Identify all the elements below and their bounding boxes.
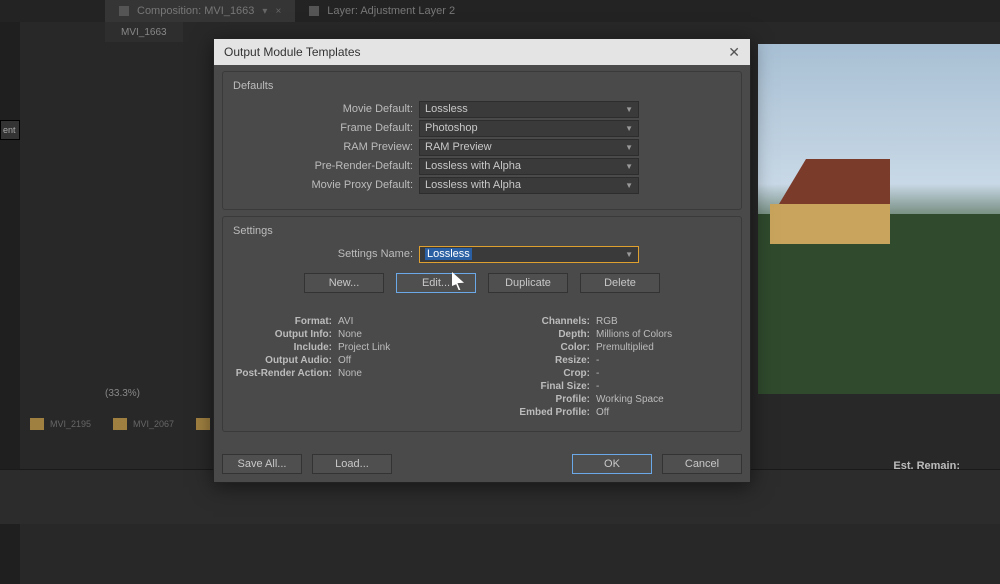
default-row-select[interactable]: Photoshop▼ [419, 120, 639, 137]
sub-tab[interactable]: MVI_1663 [105, 22, 183, 42]
output-module-templates-dialog: Output Module Templates ✕ Defaults Movie… [213, 38, 751, 483]
close-icon[interactable]: ✕ [728, 44, 740, 61]
default-row-label: RAM Preview: [233, 141, 419, 153]
close-icon[interactable]: × [275, 6, 281, 17]
caret-down-icon: ▼ [625, 250, 633, 259]
document-tab-bar: Composition: MVI_1663 ▾ × Layer: Adjustm… [0, 0, 1000, 22]
default-row-label: Movie Proxy Default: [233, 179, 419, 191]
thumbnail[interactable]: MVI_2067 [113, 409, 174, 439]
default-row-label: Frame Default: [233, 122, 419, 134]
defaults-section: Defaults Movie Default:Lossless▼Frame De… [222, 71, 742, 210]
info-right: Channels:RGBDepth:Millions of ColorsColo… [482, 315, 731, 419]
duplicate-button[interactable]: Duplicate [488, 273, 568, 293]
default-row-select[interactable]: Lossless with Alpha▼ [419, 177, 639, 194]
save-all-button[interactable]: Save All... [222, 454, 302, 474]
delete-button[interactable]: Delete [580, 273, 660, 293]
zoom-readout[interactable]: (33.3%) [105, 388, 140, 399]
defaults-rows: Movie Default:Lossless▼Frame Default:Pho… [233, 100, 731, 194]
caret-down-icon: ▼ [625, 105, 633, 114]
default-row-label: Pre-Render-Default: [233, 160, 419, 172]
cancel-button[interactable]: Cancel [662, 454, 742, 474]
default-row-label: Movie Default: [233, 103, 419, 115]
ok-button[interactable]: OK [572, 454, 652, 474]
tab-icon [309, 6, 319, 16]
dialog-titlebar[interactable]: Output Module Templates ✕ [214, 39, 750, 65]
caret-down-icon: ▼ [625, 162, 633, 171]
section-label: Defaults [233, 80, 731, 92]
caret-down-icon[interactable]: ▾ [262, 6, 267, 17]
load-button[interactable]: Load... [312, 454, 392, 474]
caret-down-icon: ▼ [625, 181, 633, 190]
default-row-select[interactable]: RAM Preview▼ [419, 139, 639, 156]
settings-name-select[interactable]: Lossless ▼ [419, 246, 639, 263]
settings-section: Settings Settings Name: Lossless ▼ New..… [222, 216, 742, 432]
info-left: Format:AVIOutput Info:NoneInclude:Projec… [233, 315, 482, 419]
caret-down-icon: ▼ [625, 124, 633, 133]
edit-button[interactable]: Edit... [396, 273, 476, 293]
tab-layer[interactable]: Layer: Adjustment Layer 2 [295, 0, 469, 22]
default-row-select[interactable]: Lossless with Alpha▼ [419, 158, 639, 175]
panel-stub[interactable]: ent [0, 120, 20, 140]
tab-composition[interactable]: Composition: MVI_1663 ▾ × [105, 0, 295, 22]
dialog-title: Output Module Templates [224, 45, 361, 59]
thumbnail[interactable]: MVI_2195 [30, 409, 91, 439]
default-row-select[interactable]: Lossless▼ [419, 101, 639, 118]
new-button[interactable]: New... [304, 273, 384, 293]
preview-viewport[interactable] [758, 44, 1000, 394]
section-label: Settings [233, 225, 731, 237]
settings-name-label: Settings Name: [233, 248, 419, 260]
caret-down-icon: ▼ [625, 143, 633, 152]
tab-icon [119, 6, 129, 16]
